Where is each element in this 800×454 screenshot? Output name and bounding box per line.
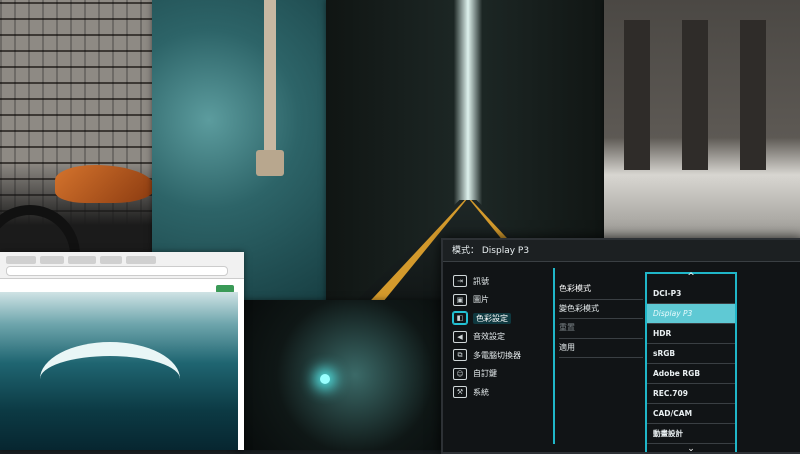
motorcycle-tank [55,165,155,203]
osd-menu-label: 系統 [473,387,489,397]
osd-menu-item-system[interactable]: ⚒ 系統 [453,383,551,402]
osd-submenu-reset[interactable]: 重置 [559,319,643,339]
column [682,20,708,170]
osd-mode-header: 模式： Display P3 [443,240,800,262]
osd-divider [553,268,555,444]
color-icon: ◧ [453,312,467,325]
osd-submenu-color-mode[interactable]: 色彩模式 [559,280,643,300]
guitar-body [256,150,284,176]
user-icon: ☺ [453,367,467,380]
street-lamp [320,374,330,384]
osd-menu-item-kvm[interactable]: ⧉ 多電腦切換器 [453,346,551,365]
multi-input-icon: ⧉ [453,349,467,362]
osd-menu-label: 色彩設定 [473,312,511,324]
osd-menu-item-signal[interactable]: ⇥ 訊號 [453,272,551,291]
color-mode-options: DCI-P3 Display P3 HDR sRGB Adobe RGB REC… [647,284,735,444]
browser-tab [40,256,64,264]
monitor-osd-menu: 模式： Display P3 ⇥ 訊號 ▣ 圖片 ◧ 色彩設定 ◀ 音效設定 ⧉… [441,238,800,454]
osd-menu-item-picture[interactable]: ▣ 圖片 [453,291,551,310]
osd-menu-label: 訊號 [473,276,489,286]
input-icon: ⇥ [453,275,467,288]
osd-submenu-variable-color-mode[interactable]: 變色彩模式 [559,300,643,319]
osd-menu-label: 音效設定 [473,332,505,342]
color-mode-dropdown[interactable]: ^ DCI-P3 Display P3 HDR sRGB Adobe RGB R… [645,272,737,454]
browser-tab-strip [0,252,244,264]
picture-icon: ▣ [453,293,467,306]
wave-crest [40,342,180,416]
osd-menu-item-color-settings[interactable]: ◧ 色彩設定 [453,309,551,328]
osd-menu-item-audio[interactable]: ◀ 音效設定 [453,328,551,347]
browser-screenshot-print [0,252,244,450]
browser-tab [126,256,156,264]
color-mode-option[interactable]: HDR [647,324,735,344]
osd-menu-label: 多電腦切換器 [473,350,521,360]
color-mode-option[interactable]: Adobe RGB [647,364,735,384]
column [624,20,650,170]
photo-motorcycle [0,120,165,260]
browser-tab [68,256,96,264]
osd-menu-label: 自訂鍵 [473,369,497,379]
audio-icon: ◀ [453,330,467,343]
ocean-wave-image [0,292,238,450]
photo-arcade-street [604,0,800,250]
color-mode-option-selected[interactable]: Display P3 [647,304,735,324]
browser-toolbar [0,252,244,279]
browser-tab [100,256,122,264]
osd-submenu-apply[interactable]: 適用 [559,339,643,358]
guitar-neck [264,0,276,150]
color-mode-option[interactable]: DCI-P3 [647,284,735,304]
browser-url-bar [6,266,228,276]
column [740,20,766,170]
photo-night-lights [234,300,454,450]
chevron-down-icon[interactable]: ⌄ [647,444,735,454]
osd-menu-label: 圖片 [473,295,489,305]
osd-submenu: 色彩模式 變色彩模式 重置 適用 [559,280,643,358]
chevron-up-icon[interactable]: ^ [647,272,735,282]
color-mode-option[interactable]: REC.709 [647,384,735,404]
color-mode-option[interactable]: 動畫設計 [647,424,735,444]
osd-main-menu: ⇥ 訊號 ▣ 圖片 ◧ 色彩設定 ◀ 音效設定 ⧉ 多電腦切換器 ☺ 自訂鍵 ⚒… [453,272,551,402]
wrench-icon: ⚒ [453,386,467,399]
color-mode-option[interactable]: sRGB [647,344,735,364]
browser-tab [6,256,36,264]
osd-menu-item-custom-key[interactable]: ☺ 自訂鍵 [453,365,551,384]
color-mode-option[interactable]: CAD/CAM [647,404,735,424]
